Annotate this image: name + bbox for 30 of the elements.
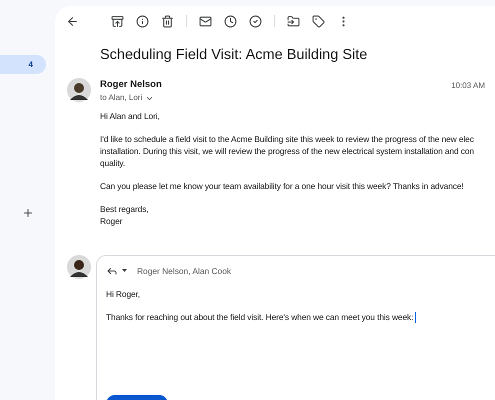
email-subject: Scheduling Field Visit: Acme Building Site [100,46,368,65]
body-text-line: I'd like to schedule a field visit to the Acme Building site this week to review the progress of the new elec [100,133,474,145]
reply-icon[interactable] [106,265,118,278]
message-time: 10:03 AM [451,80,485,92]
task-icon[interactable] [249,14,262,28]
delete-icon[interactable] [161,14,174,28]
body-text-line: installation. During this visit, we will review the progress of the new electrical system installation and con [100,145,474,157]
body-text-line: Can you please let me know your team availability for a one hour visit this week? Thanks in advance! [100,180,464,192]
body-text-line: quality. [100,157,126,169]
folder-item[interactable]: 4 [0,55,46,74]
sender-name: Roger Nelson [100,78,163,92]
back-icon[interactable] [66,14,79,28]
add-icon[interactable] [22,207,34,219]
archive-icon[interactable] [111,14,124,28]
body-text-line: Hi Alan and Lori, [100,110,160,122]
clock-icon[interactable] [224,14,237,28]
mail-icon[interactable] [199,14,212,28]
reply-box[interactable]: Roger Nelson, Alan Cook Hi Roger, Thanks for reaching out about the field visit. Here's when we can meet you this week: [96,255,495,400]
label-icon[interactable] [312,14,325,28]
body-text-line: Best regards, [100,203,149,215]
avatar [67,255,91,279]
caret-icon[interactable] [122,269,127,274]
avatar [67,78,91,102]
report-icon[interactable] [136,14,149,28]
reply-recipients: Roger Nelson, Alan Cook [137,265,232,278]
reply-text: Hi Roger, [106,288,140,300]
reply-text: Thanks for reaching out about the field visit. Here's when we can meet you this week: [106,310,416,323]
recipients-text: to Alan, Lori [100,92,142,104]
folder-icon[interactable] [287,14,300,28]
body-text-line: Roger [100,215,122,227]
